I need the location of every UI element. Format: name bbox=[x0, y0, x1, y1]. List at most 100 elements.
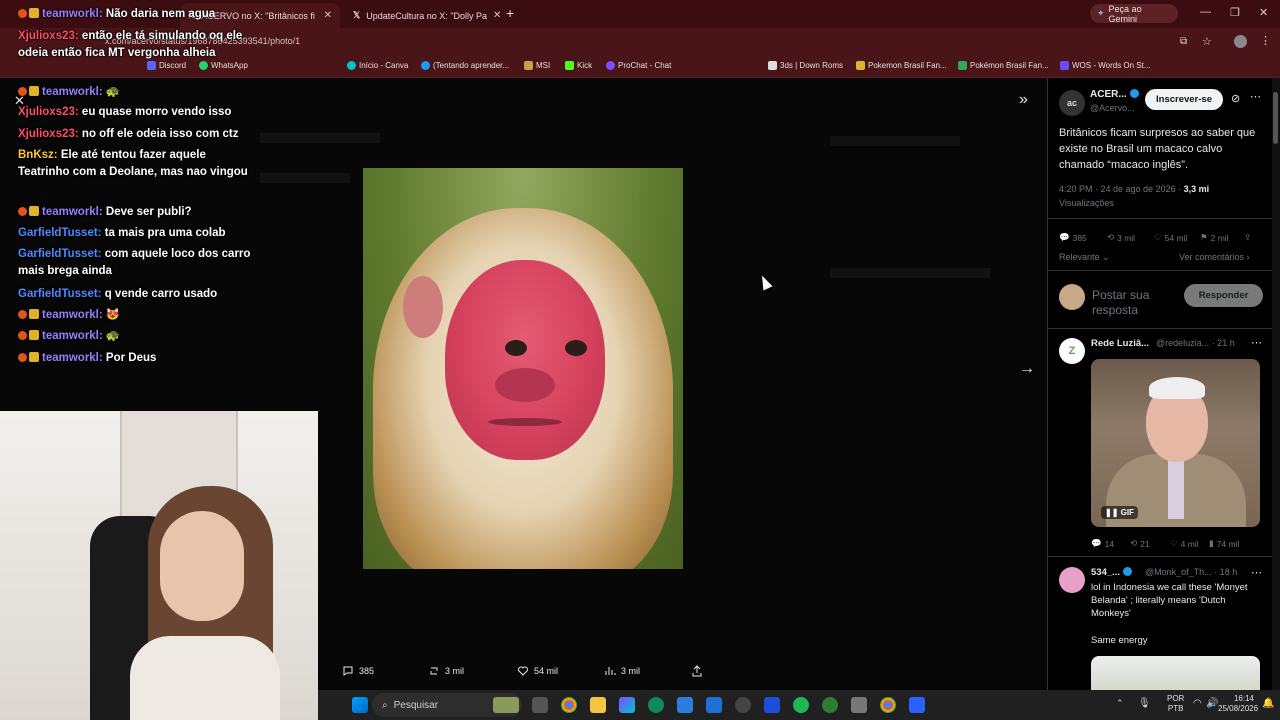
new-tab-button[interactable]: + bbox=[506, 5, 514, 21]
chat-username[interactable]: GarfieldTusset: bbox=[18, 288, 102, 300]
bookmark-whatsapp[interactable]: WhatsApp bbox=[199, 61, 248, 70]
chat-username[interactable]: teamworkl: bbox=[42, 206, 103, 218]
share-stat[interactable]: ⇪ bbox=[1244, 232, 1251, 243]
reply-avatar[interactable]: Z bbox=[1059, 338, 1085, 364]
more-options-icon[interactable]: ⋯ bbox=[1251, 336, 1262, 349]
close-icon[interactable]: ✕ bbox=[324, 10, 332, 21]
grok-icon[interactable]: ⊘ bbox=[1231, 92, 1240, 105]
volume-icon[interactable]: 🔊 bbox=[1206, 698, 1218, 709]
next-arrow-icon[interactable]: → bbox=[1019, 360, 1035, 378]
install-icon[interactable]: ⧉ bbox=[1180, 36, 1187, 47]
subscribe-button[interactable]: Inscrever-se bbox=[1145, 89, 1223, 110]
notification-icon[interactable]: 🔔 bbox=[1262, 698, 1274, 709]
app-icon[interactable] bbox=[764, 697, 780, 713]
like-stat[interactable]: ♡ 4 mil bbox=[1170, 538, 1199, 549]
chat-username[interactable]: Xjulioxs23: bbox=[18, 30, 79, 42]
reply-button[interactable]: Responder bbox=[1184, 284, 1263, 307]
chat-username[interactable]: teamworkl: bbox=[42, 8, 103, 20]
bookmark-kick[interactable]: Kick bbox=[565, 61, 592, 70]
chat-message: Xjulioxs23: então ele tá simulando oq el… bbox=[18, 28, 254, 62]
more-options-icon[interactable]: ⋯ bbox=[1250, 90, 1261, 103]
gemini-button[interactable]: ✦ Peça ao Gemini bbox=[1090, 4, 1178, 24]
profile-avatar[interactable] bbox=[1234, 35, 1247, 48]
mail-icon[interactable] bbox=[706, 697, 722, 713]
star-icon[interactable]: ☆ bbox=[1202, 35, 1212, 48]
reply-input[interactable]: Postar sua resposta bbox=[1092, 288, 1182, 318]
spotify-icon[interactable] bbox=[793, 697, 809, 713]
close-icon[interactable]: ✕ bbox=[14, 93, 25, 109]
scrollbar[interactable] bbox=[1272, 78, 1280, 690]
more-options-icon[interactable]: ⋯ bbox=[1251, 566, 1262, 579]
xbox-icon[interactable] bbox=[822, 697, 838, 713]
bookmark-discord[interactable]: Discord bbox=[147, 61, 186, 70]
settings-icon[interactable] bbox=[735, 697, 751, 713]
microphone-icon[interactable]: 🎙 bbox=[1138, 698, 1151, 709]
scrollbar-thumb[interactable] bbox=[1273, 92, 1278, 144]
bookmark-tentando[interactable]: (Tentando aprender... bbox=[421, 61, 509, 70]
bookmark-msi[interactable]: MSI bbox=[524, 61, 550, 70]
monkey-nose bbox=[495, 368, 555, 402]
bookmark-stat[interactable]: ⚑ 2 mil bbox=[1200, 232, 1229, 243]
reply-author[interactable]: 534_... bbox=[1091, 567, 1133, 578]
language-indicator[interactable]: POR PTB bbox=[1167, 694, 1184, 714]
app-icon[interactable] bbox=[851, 697, 867, 713]
widget-icon[interactable] bbox=[493, 697, 519, 713]
reply-stat[interactable]: 💬 385 bbox=[1059, 232, 1087, 243]
reply-action[interactable]: 385 bbox=[342, 665, 374, 677]
bookmark-3ds[interactable]: 3ds | Down Roms bbox=[768, 61, 843, 70]
reply-author[interactable]: Rede Luziâ... bbox=[1091, 338, 1149, 349]
chrome-active-icon[interactable] bbox=[880, 697, 896, 713]
chat-username[interactable]: teamworkl: bbox=[42, 309, 103, 321]
views-stat[interactable]: ▮ 74 mil bbox=[1209, 538, 1239, 549]
bookmark-canva[interactable]: Início - Canva bbox=[347, 61, 408, 70]
chat-username[interactable]: teamworkl: bbox=[42, 352, 103, 364]
chat-username[interactable]: teamworkl: bbox=[42, 330, 103, 342]
author-handle[interactable]: @Acervo... bbox=[1090, 103, 1135, 113]
gif-figure bbox=[1149, 377, 1205, 399]
bookmark-prochat[interactable]: ProChat - Chat bbox=[606, 61, 671, 70]
views-action[interactable]: 3 mil bbox=[604, 665, 640, 677]
file-explorer-icon[interactable] bbox=[590, 697, 606, 713]
collapse-panel-icon[interactable]: » bbox=[1019, 91, 1028, 109]
reply-image[interactable] bbox=[1091, 656, 1260, 690]
task-view-icon[interactable] bbox=[532, 697, 548, 713]
sort-dropdown[interactable]: Relevante ⌄ bbox=[1059, 252, 1110, 263]
chat-username[interactable]: Xjulioxs23: bbox=[18, 106, 79, 118]
author-avatar[interactable]: ac bbox=[1059, 90, 1085, 116]
reply-stat[interactable]: 💬 14 bbox=[1091, 538, 1114, 549]
copilot-icon[interactable] bbox=[619, 697, 635, 713]
windows-start-icon[interactable] bbox=[352, 697, 368, 713]
chevron-up-icon[interactable]: ⌃ bbox=[1116, 698, 1124, 709]
like-action[interactable]: 54 mil bbox=[517, 665, 558, 677]
bookmark-pokemon-1[interactable]: Pokemon Brasil Fan... bbox=[856, 61, 947, 70]
wifi-icon[interactable]: ◠ bbox=[1193, 698, 1202, 709]
bookmark-pokemon-2[interactable]: Pokémon Brasil Fan... bbox=[958, 61, 1049, 70]
reply-gif[interactable]: ❚❚ GIF bbox=[1091, 359, 1260, 527]
share-action[interactable] bbox=[691, 665, 703, 677]
chat-username[interactable]: GarfieldTusset: bbox=[18, 227, 102, 239]
close-window-icon[interactable]: ✕ bbox=[1259, 6, 1268, 19]
tab-updatecultura[interactable]: 𝕏 UpdateCultura no X: "Dolly Pa ✕ bbox=[345, 3, 500, 28]
post-photo[interactable] bbox=[363, 168, 683, 569]
minimize-icon[interactable]: — bbox=[1200, 6, 1211, 18]
repost-stat[interactable]: ⟲ 21 bbox=[1130, 538, 1150, 549]
store-icon[interactable] bbox=[677, 697, 693, 713]
chat-username[interactable]: Xjulioxs23: bbox=[18, 128, 79, 140]
see-replies-link[interactable]: Ver comentários › bbox=[1179, 252, 1250, 262]
bookmark-wos[interactable]: WOS - Words On St... bbox=[1060, 61, 1151, 70]
chat-username[interactable]: BnKsz: bbox=[18, 149, 58, 161]
reply-avatar[interactable] bbox=[1059, 567, 1085, 593]
chat-username[interactable]: teamworkl: bbox=[42, 86, 103, 98]
restore-icon[interactable]: ❐ bbox=[1230, 6, 1240, 19]
chat-username[interactable]: GarfieldTusset: bbox=[18, 248, 102, 260]
menu-icon[interactable]: ⋮ bbox=[1260, 34, 1271, 47]
author-name[interactable]: ACER... bbox=[1090, 89, 1139, 100]
chrome-icon[interactable] bbox=[561, 697, 577, 713]
like-stat[interactable]: ♡ 54 mil bbox=[1154, 232, 1187, 243]
edge-icon[interactable] bbox=[648, 697, 664, 713]
repost-stat[interactable]: ⟲ 3 mil bbox=[1107, 232, 1135, 243]
app-icon[interactable] bbox=[909, 697, 925, 713]
close-icon[interactable]: ✕ bbox=[493, 10, 500, 21]
clock[interactable]: 16:14 25/08/2026 bbox=[1218, 694, 1258, 714]
repost-action[interactable]: 3 mil bbox=[428, 665, 464, 677]
